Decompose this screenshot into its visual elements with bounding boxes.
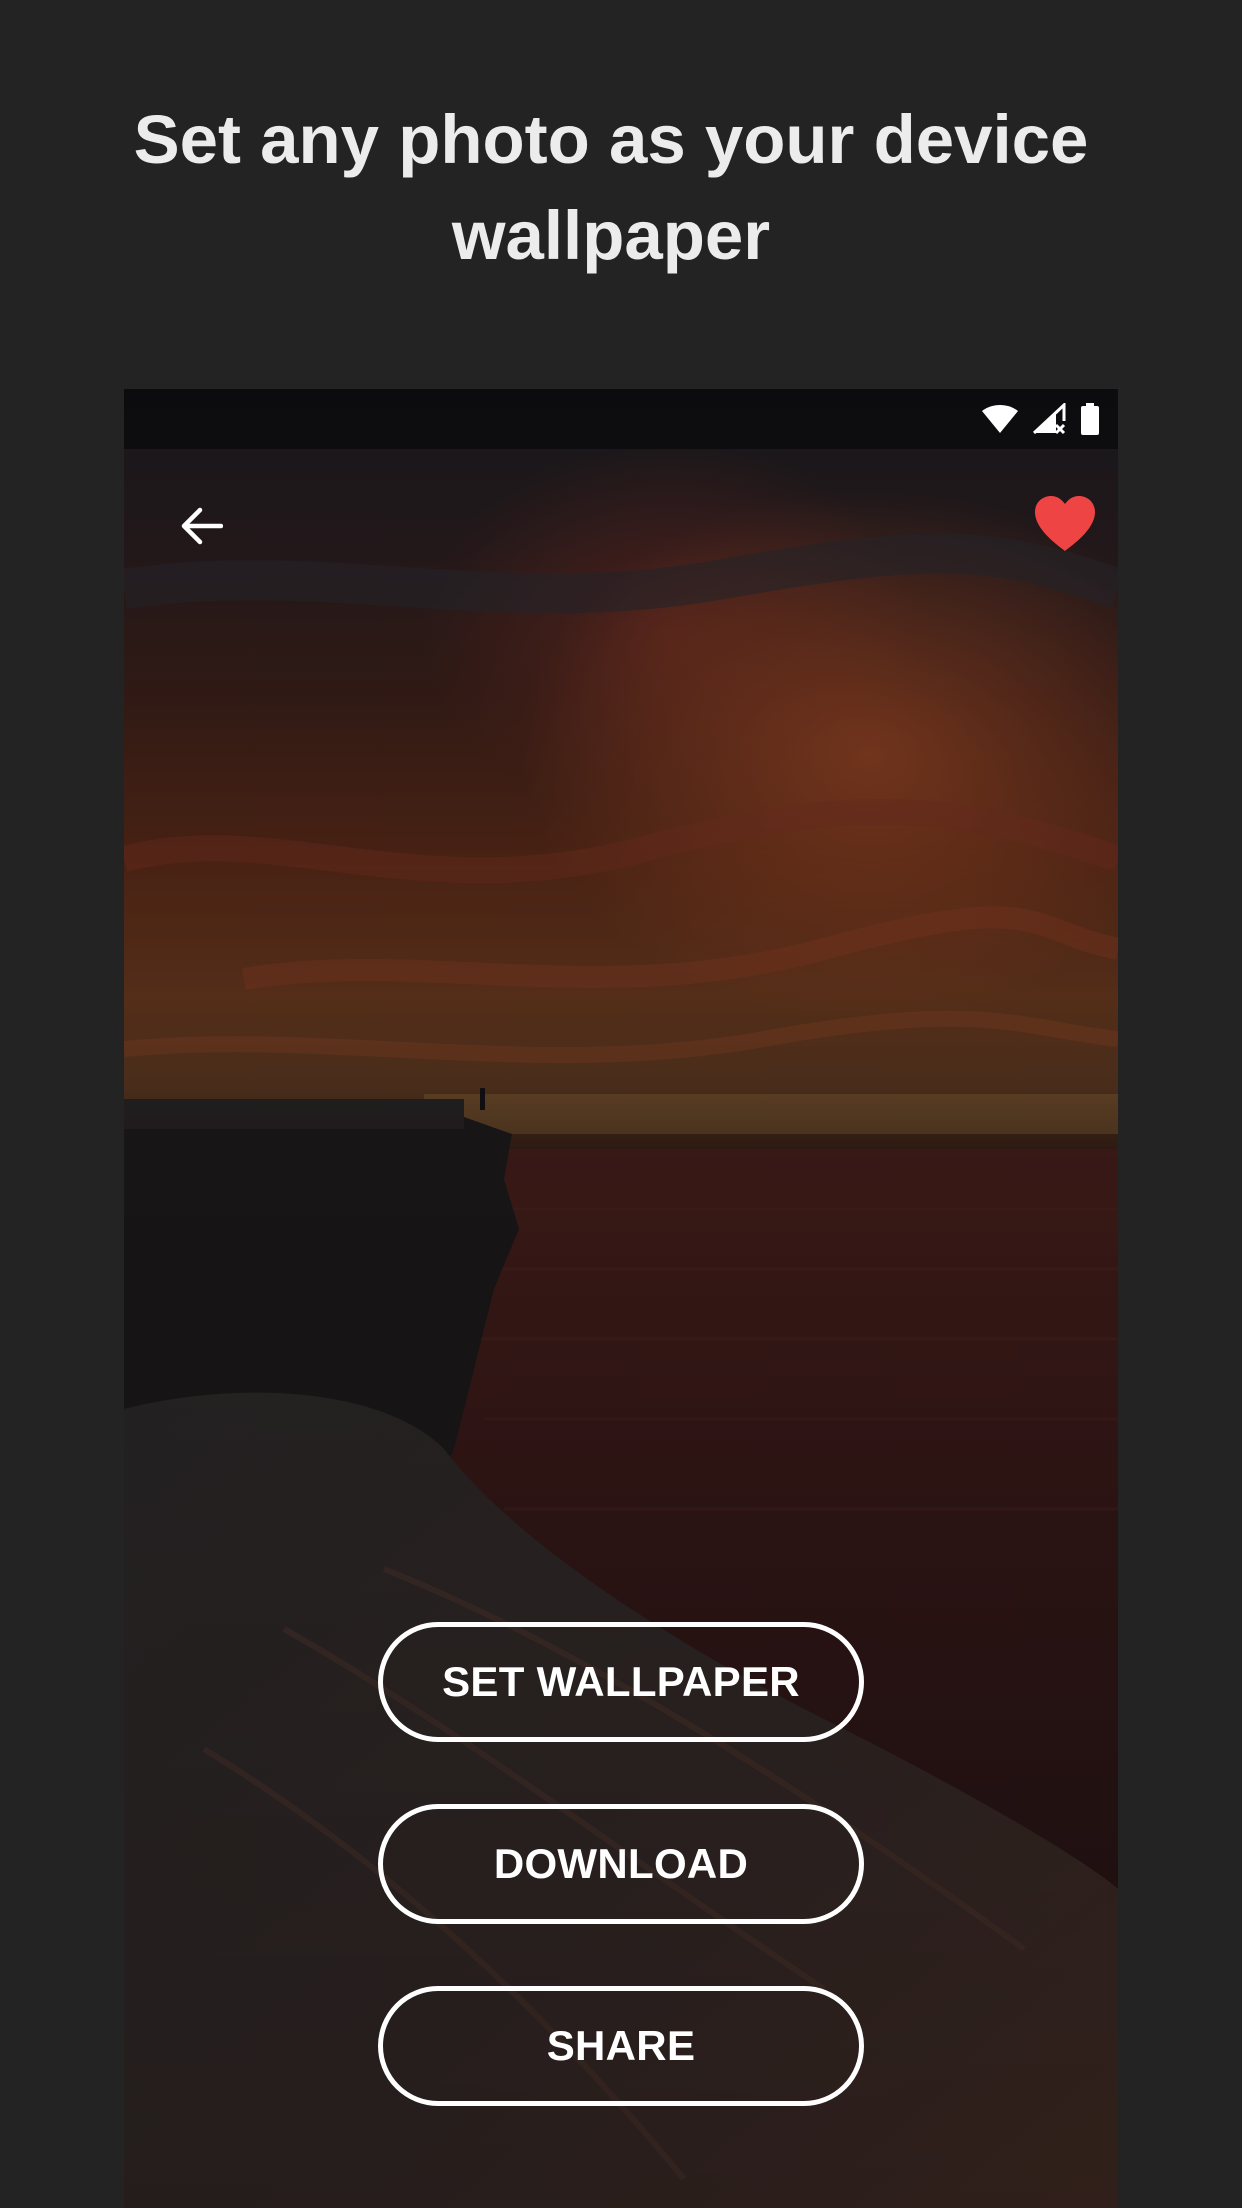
- battery-icon: [1081, 403, 1099, 435]
- wifi-icon: [982, 405, 1018, 433]
- heart-icon: [1035, 496, 1095, 551]
- cellular-signal-off-icon: [1032, 403, 1066, 435]
- arrow-back-icon: [181, 507, 223, 545]
- device-screen: SET WALLPAPER DOWNLOAD SHARE: [124, 389, 1118, 2208]
- set-wallpaper-button[interactable]: SET WALLPAPER: [378, 1622, 864, 1742]
- wallpaper-actions: SET WALLPAPER DOWNLOAD SHARE: [378, 1622, 864, 2106]
- download-button[interactable]: DOWNLOAD: [378, 1804, 864, 1924]
- promo-title-line-2: wallpaper: [451, 197, 771, 274]
- status-icons: [980, 403, 1100, 435]
- status-bar: [124, 389, 1118, 449]
- share-button[interactable]: SHARE: [378, 1986, 864, 2106]
- back-button[interactable]: [164, 489, 238, 563]
- promo-title-line-1: Set any photo as your device: [133, 101, 1089, 178]
- favorite-button[interactable]: [1028, 487, 1102, 561]
- promo-title: Set any photo as your device wallpaper: [60, 92, 1162, 284]
